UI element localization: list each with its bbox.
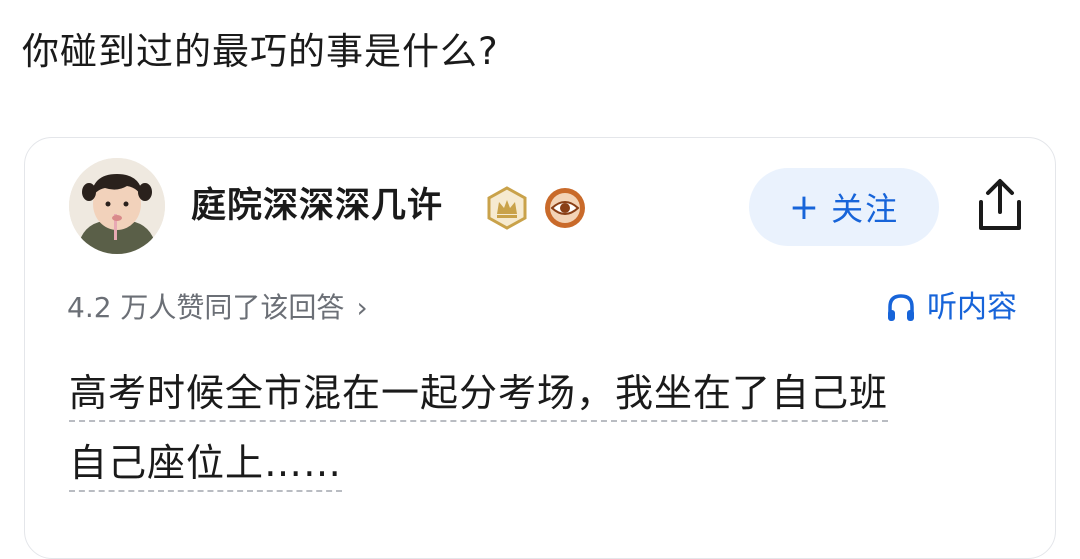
chevron-right-icon: › [356,291,368,324]
crown-badge-icon[interactable] [485,186,529,230]
plus-icon: + [788,186,822,228]
listen-content-button[interactable]: 听内容 [885,288,1017,328]
upvote-summary[interactable]: 4.2 万人赞同了该回答 › [67,288,368,328]
upvote-count-text: 4.2 万人赞同了该回答 [67,291,345,324]
answer-card: 庭院深深深几许 + 关注 4.2 万人赞同了该回答 › 听内容 高考时候全市混在… [24,137,1056,559]
answer-content[interactable]: 高考时候全市混在一起分考场，我坐在了自己班 自己座位上…… [69,358,1029,498]
share-icon[interactable] [973,176,1027,234]
author-name[interactable]: 庭院深深深几许 [191,182,443,230]
question-title[interactable]: 你碰到过的最巧的事是什么? [22,26,499,78]
eye-badge-icon[interactable] [543,186,587,230]
avatar[interactable] [69,158,165,254]
follow-button[interactable]: + 关注 [749,168,939,246]
answer-line: 自己座位上…… [69,441,343,485]
answer-line: 高考时候全市混在一起分考场，我坐在了自己班 [69,371,889,415]
headphone-icon [888,294,914,321]
listen-label: 听内容 [927,290,1017,325]
follow-label: 关注 [831,190,900,228]
